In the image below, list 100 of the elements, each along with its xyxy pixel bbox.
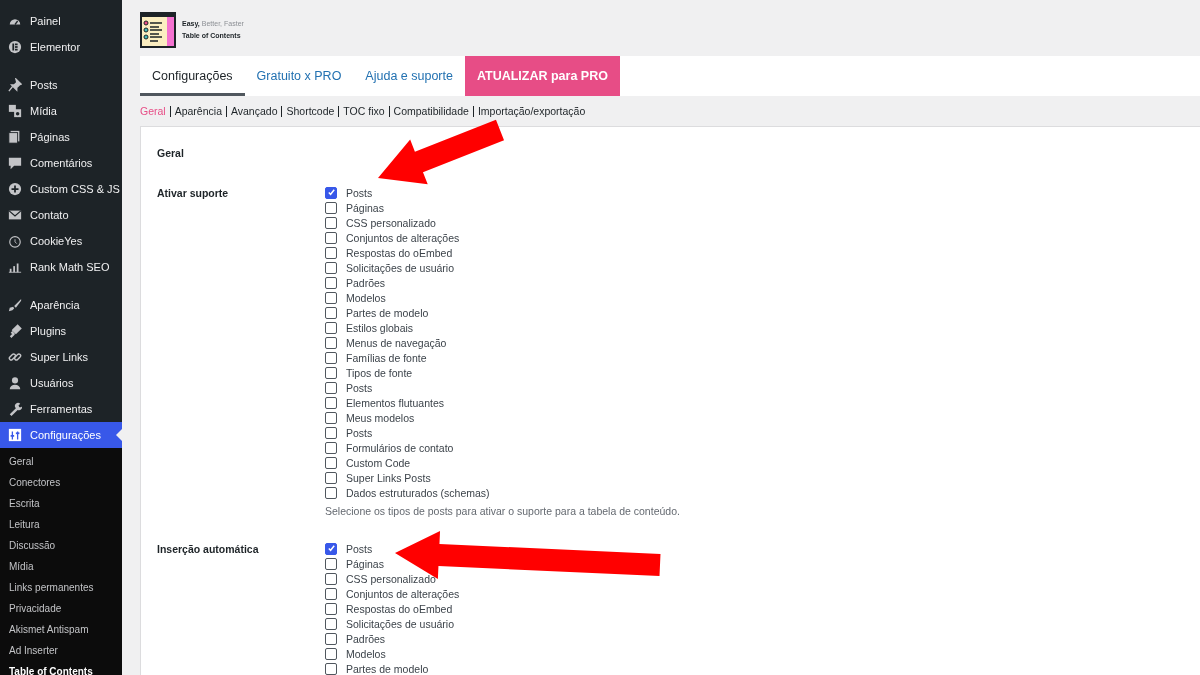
subnav-link[interactable]: Shortcode xyxy=(286,105,335,117)
checkbox-label[interactable]: CSS personalizado xyxy=(346,572,436,585)
checkbox[interactable] xyxy=(325,486,337,499)
checkbox-label[interactable]: Famílias de fonte xyxy=(346,351,427,364)
submenu-item[interactable]: Discussão xyxy=(0,535,122,556)
tab[interactable]: Gratuito x PRO xyxy=(244,56,354,96)
checkbox-label[interactable]: Solicitações de usuário xyxy=(346,617,454,630)
submenu-item[interactable]: Mídia xyxy=(0,556,122,577)
checkbox-label[interactable]: Páginas xyxy=(346,201,384,214)
checkbox[interactable] xyxy=(325,276,337,289)
checkbox-label[interactable]: Modelos xyxy=(346,647,386,660)
checkbox[interactable] xyxy=(325,291,337,304)
checkbox-label[interactable]: Dados estruturados (schemas) xyxy=(346,486,490,499)
checkbox[interactable] xyxy=(325,662,337,675)
sidebar-menu-item[interactable]: Comentários xyxy=(0,150,122,176)
subnav-link[interactable]: Importação/exportação xyxy=(477,105,586,117)
submenu-item[interactable]: Links permanentes xyxy=(0,577,122,598)
checkbox[interactable] xyxy=(325,306,337,319)
checkbox[interactable] xyxy=(325,587,337,600)
checkbox[interactable] xyxy=(325,557,337,570)
subnav-link[interactable]: Avançado xyxy=(230,105,278,117)
checkbox-label[interactable]: Posts xyxy=(346,381,373,394)
sidebar-menu-item[interactable]: Custom CSS & JS xyxy=(0,176,122,202)
submenu-item[interactable]: Table of Contents xyxy=(0,661,122,675)
sidebar-menu-item[interactable]: Rank Math SEO xyxy=(0,254,122,280)
checkbox[interactable] xyxy=(325,647,337,660)
checkbox-label[interactable]: Posts xyxy=(346,542,373,555)
checkbox-label[interactable]: Formulários de contato xyxy=(346,441,454,454)
checkbox-label[interactable]: Respostas do oEmbed xyxy=(346,602,453,615)
submenu-item[interactable]: Privacidade xyxy=(0,598,122,619)
checkbox[interactable] xyxy=(325,336,337,349)
checkbox[interactable] xyxy=(325,231,337,244)
tab[interactable]: Ajuda e suporte xyxy=(353,56,465,96)
checkbox-label[interactable]: Posts xyxy=(346,186,373,199)
checkbox[interactable] xyxy=(325,246,337,259)
submenu-item[interactable]: Conectores xyxy=(0,472,122,493)
checkbox[interactable] xyxy=(325,186,337,199)
checkbox[interactable] xyxy=(325,542,337,555)
sidebar-menu-item[interactable]: Mídia xyxy=(0,98,122,124)
checkbox-label[interactable]: Tipos de fonte xyxy=(346,366,413,379)
checkbox-label[interactable]: Padrões xyxy=(346,276,386,289)
submenu-item[interactable]: Leitura xyxy=(0,514,122,535)
checkbox[interactable] xyxy=(325,471,337,484)
sidebar-menu-item[interactable]: Contato xyxy=(0,202,122,228)
checkbox[interactable] xyxy=(325,456,337,469)
checkbox-label[interactable]: Meus modelos xyxy=(346,411,415,424)
checkbox-label[interactable]: Menus de navegação xyxy=(346,336,447,349)
checkbox[interactable] xyxy=(325,602,337,615)
subnav-link[interactable]: Aparência xyxy=(174,105,222,117)
submenu-item[interactable]: Geral xyxy=(0,451,122,472)
submenu-item[interactable]: Akismet Antispam xyxy=(0,619,122,640)
checkbox-label[interactable]: Super Links Posts xyxy=(346,471,431,484)
checkbox[interactable] xyxy=(325,632,337,645)
checkbox[interactable] xyxy=(325,216,337,229)
checkbox-label[interactable]: Estilos globais xyxy=(346,321,414,334)
checkbox-label[interactable]: Partes de modelo xyxy=(346,306,429,319)
sidebar-menu-item[interactable]: Plugins xyxy=(0,318,122,344)
checkbox[interactable] xyxy=(325,201,337,214)
checkbox[interactable] xyxy=(325,441,337,454)
checkbox[interactable] xyxy=(325,381,337,394)
sidebar-menu-item[interactable]: Super Links xyxy=(0,344,122,370)
checkbox-label[interactable]: Solicitações de usuário xyxy=(346,261,454,274)
checkbox[interactable] xyxy=(325,572,337,585)
sidebar-menu-item[interactable]: Ferramentas xyxy=(0,396,122,422)
clock-icon xyxy=(8,234,22,248)
checkbox-label[interactable]: CSS personalizado xyxy=(346,216,436,229)
upgrade-tab[interactable]: ATUALIZAR para PRO xyxy=(464,56,620,96)
checkbox[interactable] xyxy=(325,321,337,334)
checkbox[interactable] xyxy=(325,261,337,274)
checkbox-label[interactable]: Padrões xyxy=(346,632,386,645)
checkbox[interactable] xyxy=(325,366,337,379)
sidebar-menu-item[interactable]: Posts xyxy=(0,72,122,98)
checkbox[interactable] xyxy=(325,426,337,439)
checkbox[interactable] xyxy=(325,411,337,424)
checkbox-label[interactable]: Conjuntos de alterações xyxy=(346,231,460,244)
sidebar-menu-item[interactable]: CookieYes xyxy=(0,228,122,254)
sidebar-menu-item[interactable]: Páginas xyxy=(0,124,122,150)
sidebar-menu-item[interactable]: Usuários xyxy=(0,370,122,396)
checkbox-label[interactable]: Custom Code xyxy=(346,456,411,469)
subnav-link[interactable]: Compatibilidade xyxy=(393,105,469,117)
submenu-item[interactable]: Escrita xyxy=(0,493,122,514)
sidebar-menu-item[interactable]: Aparência xyxy=(0,292,122,318)
checkbox-label[interactable]: Modelos xyxy=(346,291,386,304)
sidebar-menu-item[interactable]: Elementor xyxy=(0,34,122,60)
subnav-link[interactable]: TOC fixo xyxy=(343,105,385,117)
checkbox-label[interactable]: Páginas xyxy=(346,557,384,570)
checkbox-label[interactable]: Posts xyxy=(346,426,373,439)
checkbox-label[interactable]: Elementos flutuantes xyxy=(346,396,445,409)
wrench-icon xyxy=(8,402,22,416)
submenu-item[interactable]: Ad Inserter xyxy=(0,640,122,661)
checkbox-label[interactable]: Partes de modelo xyxy=(346,662,429,675)
sidebar-menu-item[interactable]: Configurações xyxy=(0,422,122,448)
checkbox[interactable] xyxy=(325,617,337,630)
tab[interactable]: Configurações xyxy=(140,56,245,96)
checkbox[interactable] xyxy=(325,351,337,364)
sidebar-menu-item[interactable]: Painel xyxy=(0,8,122,34)
checkbox-label[interactable]: Respostas do oEmbed xyxy=(346,246,453,259)
checkbox[interactable] xyxy=(325,396,337,409)
envelope-icon xyxy=(8,208,22,222)
checkbox-label[interactable]: Conjuntos de alterações xyxy=(346,587,460,600)
